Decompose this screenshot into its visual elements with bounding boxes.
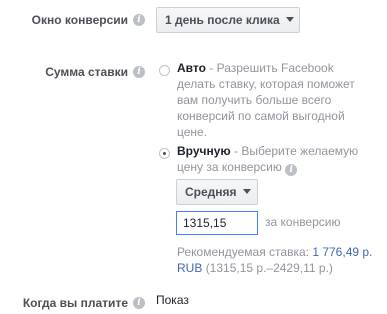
info-icon[interactable]: i (133, 66, 145, 78)
recommended-bid-prefix: Рекомендуемая ставка: (177, 245, 313, 259)
bid-amount-input[interactable]: 1315,15 (176, 211, 258, 235)
info-icon[interactable]: i (133, 297, 145, 309)
auto-bid-option[interactable]: Авто - Разрешить Facebook делать ставку,… (177, 60, 367, 140)
auto-bid-radio[interactable] (159, 65, 170, 76)
when-you-pay-label: Когда вы платите (22, 296, 128, 310)
per-conversion-text: за конверсию (265, 215, 341, 229)
recommended-bid: Рекомендуемая ставка: 1 776,49 р. RUB (1… (177, 244, 377, 276)
info-icon[interactable]: i (133, 14, 145, 26)
conversion-window-label: Окно конверсии (31, 13, 128, 27)
chevron-down-icon (285, 17, 294, 23)
info-icon[interactable]: i (285, 164, 298, 176)
auto-bid-title: Авто (177, 61, 206, 75)
chevron-down-icon (242, 189, 251, 195)
bid-level-value: Средняя (185, 185, 237, 199)
manual-bid-option[interactable]: Вручную - Выберите желаемую цену за конв… (177, 143, 367, 176)
when-you-pay-value: Показ (156, 293, 189, 307)
bid-amount-label: Сумма ставки (45, 65, 128, 79)
bid-level-dropdown[interactable]: Средняя (176, 179, 258, 205)
conversion-window-value: 1 день после клика (165, 13, 280, 27)
recommended-bid-range: (1315,15 р.–2429,11 р.) (205, 261, 333, 275)
conversion-window-dropdown[interactable]: 1 день после клика (156, 7, 300, 33)
manual-bid-radio[interactable] (159, 148, 170, 159)
manual-bid-title: Вручную (177, 144, 231, 158)
